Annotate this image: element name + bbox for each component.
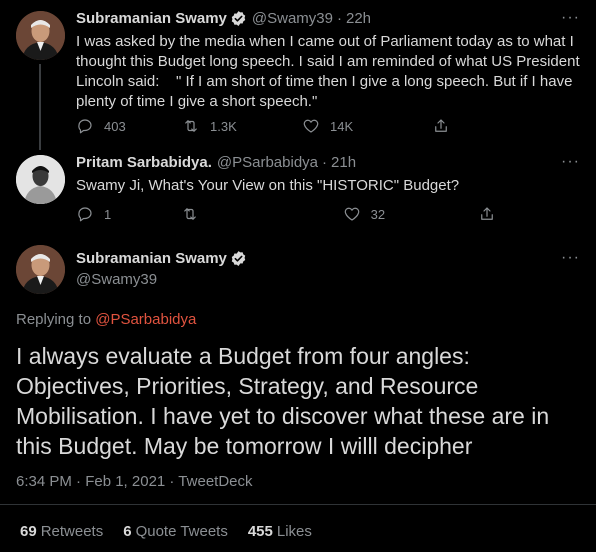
replying-prefix: Replying to: [16, 311, 92, 328]
quote-tweets-stat[interactable]: 6 Quote Tweets: [123, 523, 228, 540]
reply-icon: [78, 207, 92, 222]
more-options-icon[interactable]: ···: [561, 9, 580, 27]
tweet-header: Subramanian Swamy: [76, 250, 247, 267]
reply-button[interactable]: 403: [76, 117, 182, 135]
author-handle[interactable]: @PSarbabidya: [217, 154, 318, 171]
reply-icon: [78, 119, 92, 134]
tweet-actions: 1 32: [76, 205, 506, 223]
tweet-text: I was asked by the media when I came out…: [76, 33, 584, 110]
likes-stat[interactable]: 455 Likes: [248, 523, 312, 540]
like-button[interactable]: 14K: [302, 117, 432, 135]
verified-badge-icon: [231, 11, 246, 26]
author-handle[interactable]: @Swamy39: [252, 10, 333, 27]
avatar[interactable]: [16, 155, 65, 204]
avatar[interactable]: [16, 11, 65, 60]
verified-badge-icon: [231, 251, 246, 266]
tweet-header: Subramanian Swamy @Swamy39 · 22h: [76, 10, 371, 27]
avatar-swamy-image: [16, 245, 65, 294]
retweet-button[interactable]: 1.3K: [182, 117, 302, 135]
author-handle-row: @Swamy39: [76, 271, 157, 288]
share-button[interactable]: [432, 117, 460, 135]
retweet-button[interactable]: [181, 205, 342, 223]
like-button[interactable]: 32: [343, 205, 478, 223]
avatar[interactable]: [16, 245, 65, 294]
share-icon: [481, 207, 493, 220]
tweet-text: Swamy Ji, What's Your View on this "HIST…: [76, 177, 460, 194]
like-count: 32: [370, 206, 386, 222]
more-options-icon[interactable]: ···: [561, 249, 580, 267]
mention-link[interactable]: @PSarbabidya: [95, 311, 196, 328]
tweet-header: Pritam Sarbabidya. @PSarbabidya · 21h: [76, 154, 356, 171]
retweet-icon: [184, 208, 197, 220]
likes-count: 455: [247, 523, 273, 540]
quotes-label: Quote Tweets: [135, 523, 228, 540]
tweet-text: I always evaluate a Budget from four ang…: [16, 343, 550, 459]
retweet-count: 1.3K: [210, 118, 237, 134]
retweet-icon: [185, 120, 197, 132]
separator-dot: ·: [336, 10, 342, 27]
share-button[interactable]: [478, 205, 506, 223]
avatar-swamy-image: [16, 11, 65, 60]
tweet-time[interactable]: 21h: [331, 154, 356, 171]
retweets-stat[interactable]: 69 Retweets: [20, 523, 103, 540]
tweet-timestamp[interactable]: 6:34 PM · Feb 1, 2021 · TweetDeck: [16, 473, 253, 490]
reply-count: 1: [104, 206, 112, 222]
like-count: 14K: [330, 118, 354, 134]
reply-count: 403: [104, 118, 126, 134]
tweet-actions: 403 1.3K 14K: [76, 117, 506, 135]
separator-dot: ·: [322, 154, 328, 171]
reply-button[interactable]: 1: [76, 205, 181, 223]
likes-label: Likes: [276, 523, 312, 540]
thread-line: [39, 64, 41, 150]
retweets-label: Retweets: [40, 523, 104, 540]
heart-icon: [344, 207, 359, 221]
heart-icon: [303, 119, 319, 133]
tweet-time[interactable]: 22h: [346, 10, 371, 27]
avatar-pritam-image: [16, 155, 65, 204]
retweets-count: 69: [20, 523, 37, 540]
author-name[interactable]: Pritam Sarbabidya.: [76, 154, 212, 171]
share-icon: [435, 119, 447, 132]
author-name[interactable]: Subramanian Swamy: [76, 250, 227, 267]
more-options-icon[interactable]: ···: [561, 153, 580, 171]
divider: [0, 504, 596, 505]
author-handle[interactable]: @Swamy39: [76, 271, 157, 288]
author-name[interactable]: Subramanian Swamy: [76, 10, 227, 27]
engagement-stats: 69 Retweets 6 Quote Tweets 455 Likes: [20, 523, 332, 540]
quotes-count: 6: [123, 523, 132, 540]
replying-to: Replying to @PSarbabidya: [16, 311, 196, 328]
